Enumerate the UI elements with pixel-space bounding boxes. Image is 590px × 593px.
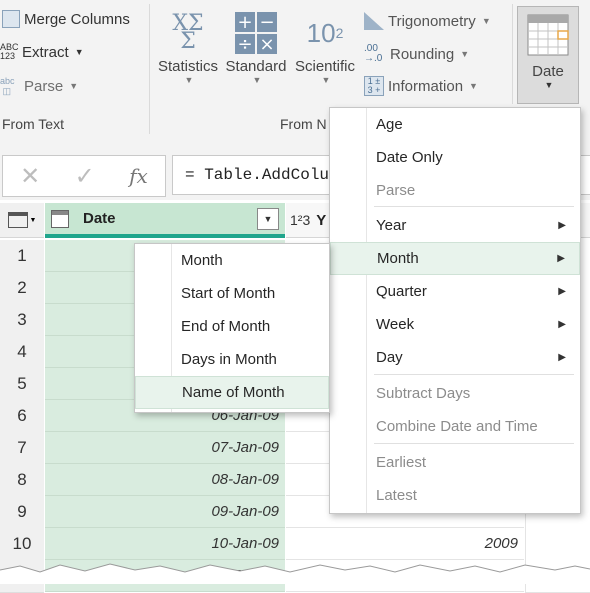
chevron-right-icon: ▶ [557, 253, 565, 264]
check-icon[interactable]: ✓ [75, 162, 95, 191]
submenu-item-month[interactable]: Month [135, 244, 329, 277]
chevron-down-icon: ▼ [69, 81, 79, 91]
merge-columns-icon [2, 10, 20, 28]
trigonometry-button[interactable]: Trigonometry ▼ [364, 12, 491, 30]
chevron-right-icon: ▶ [558, 352, 566, 363]
sigma-icon: XΣ Σ [172, 11, 204, 54]
information-icon: 1 ±3 + [364, 76, 384, 96]
menu-item-subtract-days[interactable]: Subtract Days [330, 377, 580, 410]
group-label-from-number: From N [280, 116, 327, 132]
chevron-down-icon: ▼ [469, 81, 478, 91]
triangle-icon [364, 12, 384, 30]
svg-text:+: + [237, 12, 252, 33]
torn-edge [0, 563, 590, 584]
chevron-right-icon: ▶ [558, 286, 566, 297]
cancel-icon[interactable]: ✕ [20, 162, 40, 191]
standard-button[interactable]: + − ÷ × Standard ▼ [224, 8, 288, 85]
row-number[interactable]: 9 [0, 496, 44, 529]
parse-icon: abc ◫ [0, 76, 15, 96]
number-type-icon: 1²3 [290, 212, 311, 228]
chevron-down-icon: ▼ [481, 16, 491, 26]
chevron-down-icon: ▼ [74, 47, 84, 57]
date-column-header[interactable]: Date ▼ [45, 203, 285, 234]
date-cell[interactable]: 09-Jan-09 [45, 496, 285, 528]
menu-item-date-only[interactable]: Date Only [330, 141, 580, 174]
month-submenu: Month Start of Month End of Month Days in M… [134, 243, 330, 413]
extract-icon: ABC 123 [0, 42, 19, 61]
menu-item-combine-date-and-time[interactable]: Combine Date and Time [330, 410, 580, 443]
menu-separator [374, 374, 574, 375]
scientific-button[interactable]: 10 2 Scientific ▼ [292, 8, 358, 86]
submenu-item-start-of-month[interactable]: Start of Month [135, 277, 329, 310]
menu-item-week[interactable]: Week ▶ [330, 308, 580, 341]
merge-columns-button[interactable]: Merge Columns [2, 10, 130, 28]
row-number[interactable]: 6 [0, 400, 44, 433]
chevron-down-icon: ▼ [184, 75, 194, 85]
submenu-item-end-of-month[interactable]: End of Month [135, 310, 329, 343]
group-separator [512, 4, 513, 104]
submenu-item-name-of-month[interactable]: Name of Month [135, 376, 329, 409]
table-cell[interactable] [525, 528, 590, 561]
statistics-button[interactable]: XΣ Σ Statistics ▼ [156, 8, 220, 86]
calculator-icon: + − ÷ × [234, 8, 278, 58]
parse-button[interactable]: abc ◫ Parse ▼ [0, 76, 78, 96]
row-number[interactable]: 3 [0, 304, 44, 337]
menu-item-latest[interactable]: Latest [330, 479, 580, 512]
svg-text:−: − [259, 12, 274, 33]
formula-buttons: ✕ ✓ fx [2, 155, 166, 197]
filter-dropdown-button[interactable]: ▼ [257, 208, 279, 230]
chevron-down-icon: ▼ [29, 216, 37, 224]
menu-item-year[interactable]: Year ▶ [330, 209, 580, 242]
table-icon [7, 212, 28, 228]
information-button[interactable]: 1 ±3 + Information ▼ [364, 76, 478, 96]
row-number[interactable]: 4 [0, 336, 44, 369]
chevron-down-icon: ▼ [460, 49, 470, 59]
date-cell[interactable]: 07-Jan-09 [45, 432, 285, 464]
calendar-icon [527, 7, 569, 63]
row-number[interactable]: 5 [0, 368, 44, 401]
date-dropdown-menu: Age Date Only Parse Year ▶ Month ▶ Quarter ▶ Week… [329, 107, 581, 514]
menu-item-age[interactable]: Age [330, 108, 580, 141]
svg-text:÷: ÷ [237, 34, 252, 55]
row-number[interactable]: 1 [0, 240, 44, 273]
menu-item-earliest[interactable]: Earliest [330, 446, 580, 479]
svg-text:×: × [259, 34, 274, 55]
row-number[interactable]: 8 [0, 464, 44, 497]
row-number[interactable]: 7 [0, 432, 44, 465]
exponent-icon: 10 2 [306, 17, 344, 48]
table-menu-button[interactable]: ▼ [0, 203, 44, 238]
group-separator [149, 4, 150, 134]
chevron-right-icon: ▶ [558, 220, 566, 231]
date-cell[interactable]: 10-Jan-09 [45, 528, 285, 560]
extract-button[interactable]: ABC 123 Extract ▼ [0, 43, 84, 61]
calendar-icon [51, 209, 69, 228]
submenu-item-days-in-month[interactable]: Days in Month [135, 343, 329, 376]
chevron-down-icon: ▼ [252, 75, 262, 85]
chevron-down-icon: ▼ [544, 80, 554, 90]
date-cell[interactable]: 08-Jan-09 [45, 464, 285, 496]
menu-item-month[interactable]: Month ▶ [330, 242, 580, 275]
menu-item-parse[interactable]: Parse [330, 174, 580, 207]
menu-item-day[interactable]: Day ▶ [330, 341, 580, 374]
row-number[interactable]: 2 [0, 272, 44, 305]
menu-item-quarter[interactable]: Quarter ▶ [330, 275, 580, 308]
chevron-right-icon: ▶ [558, 319, 566, 330]
rounding-button[interactable]: .00 →.0 Rounding ▼ [364, 44, 469, 64]
row-number[interactable]: 10 [0, 528, 44, 561]
group-label-from-text: From Text [2, 116, 64, 132]
year-cell[interactable]: 2009 [286, 528, 524, 560]
menu-separator [374, 443, 574, 444]
column-selection-bar [45, 234, 285, 238]
fx-icon[interactable]: fx [129, 164, 148, 188]
chevron-down-icon: ▼ [321, 75, 331, 85]
date-button[interactable]: Date ▼ [517, 6, 579, 104]
rounding-icon: .00 →.0 [364, 43, 383, 64]
